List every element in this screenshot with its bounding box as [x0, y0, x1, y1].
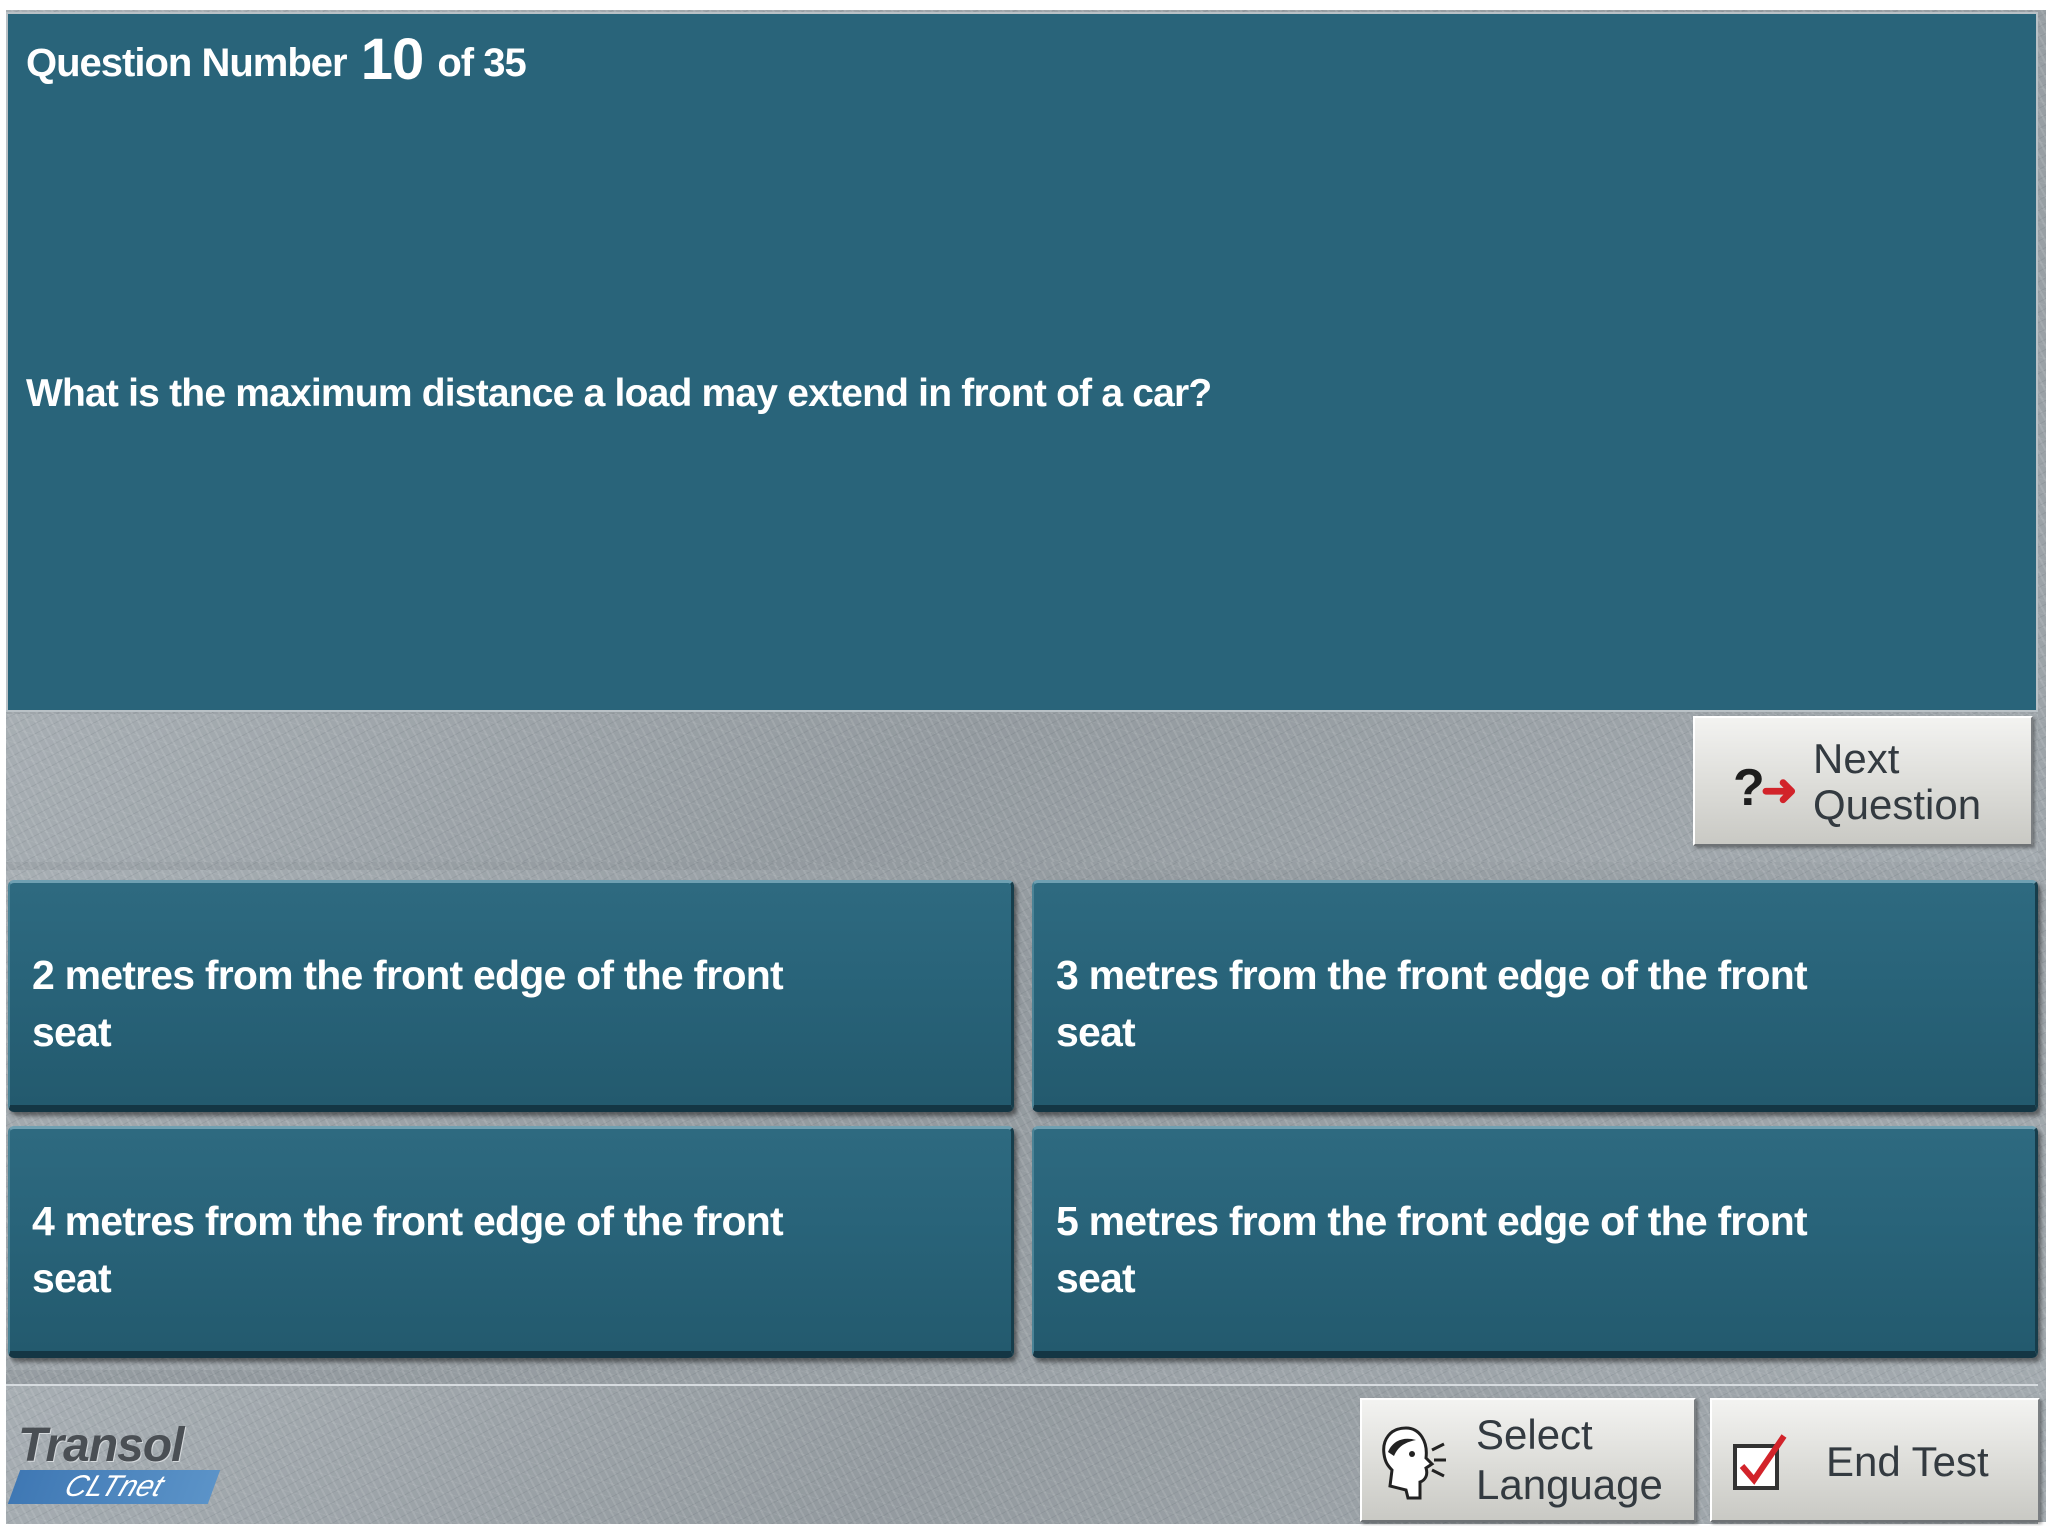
question-arrow-icon: ?➜ [1733, 759, 1798, 817]
question-text: What is the maximum distance a load may … [26, 372, 1212, 415]
question-panel: Question Number 10 of 35 What is the max… [6, 12, 2038, 712]
question-number: 10 [360, 27, 425, 92]
answer-text: 5 metres from the front edge of the fron… [1056, 1198, 1808, 1301]
answer-text: 3 metres from the front edge of the fron… [1056, 952, 1808, 1055]
logo-wordmark: Transol [18, 1419, 184, 1472]
answer-option-4[interactable]: 5 metres from the front edge of the fron… [1032, 1126, 2038, 1358]
answer-option-2[interactable]: 3 metres from the front edge of the fron… [1032, 880, 2038, 1112]
select-language-button[interactable]: Select Language [1360, 1398, 1696, 1522]
question-prefix: Question Number [26, 41, 348, 85]
logo-subbrand: CLTnet [7, 1470, 221, 1504]
answer-option-1[interactable]: 2 metres from the front edge of the fron… [8, 880, 1014, 1112]
select-language-label: Select Language [1476, 1411, 1663, 1508]
answer-text: 2 metres from the front edge of the fron… [32, 952, 784, 1055]
next-question-label: Next Question [1813, 735, 1982, 828]
end-test-label: End Test [1826, 1438, 1989, 1485]
speaking-head-icon [1376, 1424, 1446, 1502]
transol-logo: Transol CLTnet [7, 1418, 234, 1508]
answer-text: 4 metres from the front edge of the fron… [32, 1198, 784, 1301]
checkbox-check-icon [1732, 1432, 1798, 1492]
question-counter: Question Number 10 of 35 [26, 26, 527, 93]
end-test-button[interactable]: End Test [1710, 1398, 2040, 1522]
answer-option-3[interactable]: 4 metres from the front edge of the fron… [8, 1126, 1014, 1358]
question-total: of 35 [437, 41, 526, 85]
next-question-button[interactable]: ?➜ Next Question [1693, 716, 2033, 846]
